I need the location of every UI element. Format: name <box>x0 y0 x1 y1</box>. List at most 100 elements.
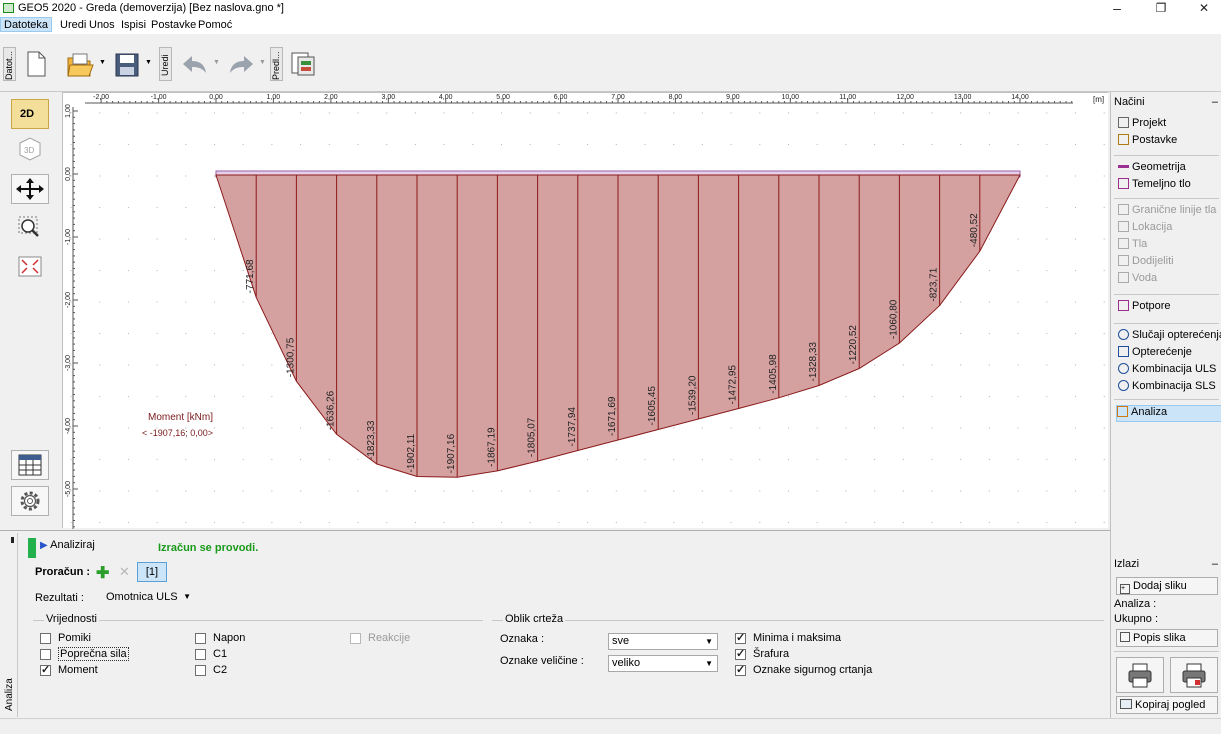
supports-icon <box>1118 300 1129 311</box>
analysis-icon <box>1117 406 1128 417</box>
menu-ispisi[interactable]: Ispisi <box>118 18 149 33</box>
zoom-button[interactable] <box>11 212 49 242</box>
mode-granične-linije-tla[interactable]: Granične linije tla <box>1118 204 1221 221</box>
table-view-button[interactable] <box>11 450 49 480</box>
reakcije-label: Reakcije <box>368 632 411 644</box>
moment-value-label: -1220,52 <box>848 325 859 365</box>
mode-slučaji-opterećenja[interactable]: Slučaji opterećenja <box>1118 329 1221 346</box>
moment-value-label: -1405,98 <box>768 354 779 394</box>
poprecna-sila-checkbox[interactable] <box>40 649 51 660</box>
srafura-checkbox[interactable] <box>735 647 746 660</box>
mode-projekt[interactable]: Projekt <box>1118 117 1221 134</box>
undo-dropdown-icon[interactable]: ▼ <box>213 59 220 66</box>
reakcije-checkbox[interactable] <box>350 633 361 644</box>
toolbar-group-uredi[interactable]: Uredi <box>159 47 172 81</box>
side-tab-analiza[interactable]: Analiza <box>3 533 18 717</box>
new-file-icon[interactable] <box>25 51 47 77</box>
mode-kombinacija-sls[interactable]: Kombinacija SLS <box>1118 380 1221 397</box>
pan-button[interactable] <box>11 174 49 204</box>
save-dropdown-icon[interactable]: ▼ <box>145 59 152 66</box>
x-tick-label: -2,00 <box>93 94 109 101</box>
close-button[interactable]: ✕ <box>1187 0 1221 17</box>
open-folder-icon[interactable] <box>66 52 96 78</box>
mode-dodijeliti[interactable]: Dodijeliti <box>1118 255 1221 272</box>
kopiraj-pogled-button[interactable]: Kopiraj pogled <box>1116 696 1218 714</box>
remove-analysis-icon[interactable]: ✕ <box>119 564 130 580</box>
panel-collapse-icon[interactable]: – <box>1212 558 1218 570</box>
print-preview-button[interactable] <box>1170 657 1218 693</box>
y-tick-label: -3,00 <box>65 355 72 371</box>
gear-icon <box>20 491 40 511</box>
moment-value-label: -1867,19 <box>486 427 497 467</box>
oznake-sigurnog-crtanja-checkbox[interactable] <box>735 663 746 676</box>
mode-temeljno-tlo[interactable]: Temeljno tlo <box>1118 178 1221 195</box>
pomiki-label: Pomiki <box>58 632 92 644</box>
settings-button[interactable] <box>11 486 49 516</box>
interface-icon <box>1118 204 1129 215</box>
mode-potpore[interactable]: Potpore <box>1118 300 1221 317</box>
redo-dropdown-icon[interactable]: ▼ <box>259 59 266 66</box>
view-2d-button[interactable]: 2D <box>11 99 49 129</box>
mode-geometrija[interactable]: Geometrija <box>1118 161 1221 178</box>
analysis-panel: Analiza ▶ Analiziraj Izračun se provodi.… <box>0 530 1110 718</box>
pomiki-checkbox[interactable] <box>40 633 51 644</box>
document-icon <box>1118 117 1129 128</box>
open-dropdown-icon[interactable]: ▼ <box>99 59 106 66</box>
subsoil-icon <box>1118 178 1129 189</box>
menu-postavke[interactable]: Postavke <box>148 18 199 33</box>
menu-pomoc[interactable]: Pomoć <box>195 18 235 33</box>
combination-sls-icon <box>1118 380 1129 391</box>
add-analysis-icon[interactable]: ✚ <box>96 563 109 583</box>
mode-tla[interactable]: Tla <box>1118 238 1221 255</box>
moment-value-label: -1823,33 <box>366 420 377 460</box>
oznake-sigurnog-crtanja-label: Oznake sigurnog crtanja <box>753 664 873 676</box>
dodaj-sliku-button[interactable]: + Dodaj sliku <box>1116 577 1218 595</box>
picture-list-icon <box>1120 632 1130 642</box>
minimize-button[interactable]: – <box>1100 0 1134 17</box>
redo-icon[interactable] <box>228 54 256 74</box>
menu-uredi[interactable]: Uredi <box>57 18 89 33</box>
undo-icon[interactable] <box>180 54 208 74</box>
zoom-extents-button[interactable] <box>11 252 49 282</box>
popis-slika-button[interactable]: Popis slika <box>1116 629 1218 647</box>
napon-label: Napon <box>213 632 246 644</box>
menu-datoteka[interactable]: Datoteka <box>0 17 53 32</box>
menu-unos[interactable]: Unos <box>86 18 118 33</box>
rezultati-select[interactable]: Omotnica ULS ▼ <box>103 588 195 606</box>
mode-analiza[interactable]: Analiza <box>1116 405 1221 422</box>
analysis-tab-1[interactable]: [1] <box>137 562 167 582</box>
x-tick-label: -1,00 <box>151 94 167 101</box>
templates-icon[interactable] <box>290 51 316 77</box>
panel-collapse-icon[interactable]: – <box>1212 96 1218 108</box>
printer-preview-icon <box>1182 663 1206 688</box>
mode-postavke[interactable]: Postavke <box>1118 134 1221 151</box>
print-button[interactable] <box>1116 657 1164 693</box>
poprecna-sila-label: Poprečna sila <box>58 647 129 661</box>
moment-value-label: -771,68 <box>245 259 256 293</box>
toolbar-group-datoteka[interactable]: Datot... <box>3 47 16 81</box>
mode-opterećenje[interactable]: Opterećenje <box>1118 346 1221 363</box>
maximize-button[interactable]: ❐ <box>1144 0 1178 17</box>
oznake-velicine-select[interactable]: veliko ▼ <box>608 655 718 672</box>
analyze-button[interactable]: ▶ Analiziraj <box>38 539 95 557</box>
minima-maksima-checkbox[interactable] <box>735 631 746 644</box>
extreme-value-label: < -1907,16; 0,00> <box>142 428 213 438</box>
table-icon <box>18 454 42 476</box>
napon-checkbox[interactable] <box>195 633 206 644</box>
x-tick-label: 14,00 <box>1011 94 1029 101</box>
oznaka-select[interactable]: sve ▼ <box>608 633 718 650</box>
mode-voda[interactable]: Voda <box>1118 272 1221 289</box>
mode-lokacija[interactable]: Lokacija <box>1118 221 1221 238</box>
ukupno-count-label: Ukupno : <box>1114 613 1159 625</box>
drawing-canvas[interactable]: -2,00 -1,00 0,00 1,00 2,00 3,00 4,00 5,00 6,00 7,… <box>62 92 1108 560</box>
mode-kombinacija-uls[interactable]: Kombinacija ULS <box>1118 363 1221 380</box>
c1-checkbox[interactable] <box>195 649 206 660</box>
view-3d-button[interactable]: 3D <box>11 134 49 164</box>
c2-checkbox[interactable] <box>195 665 206 676</box>
x-tick-label: 5,00 <box>496 94 510 101</box>
water-icon <box>1118 272 1129 283</box>
moment-value-label: -1805,07 <box>527 417 538 457</box>
save-icon[interactable] <box>114 52 140 78</box>
moment-checkbox[interactable] <box>40 663 51 676</box>
toolbar-group-predlosci[interactable]: Predl... <box>270 47 283 81</box>
